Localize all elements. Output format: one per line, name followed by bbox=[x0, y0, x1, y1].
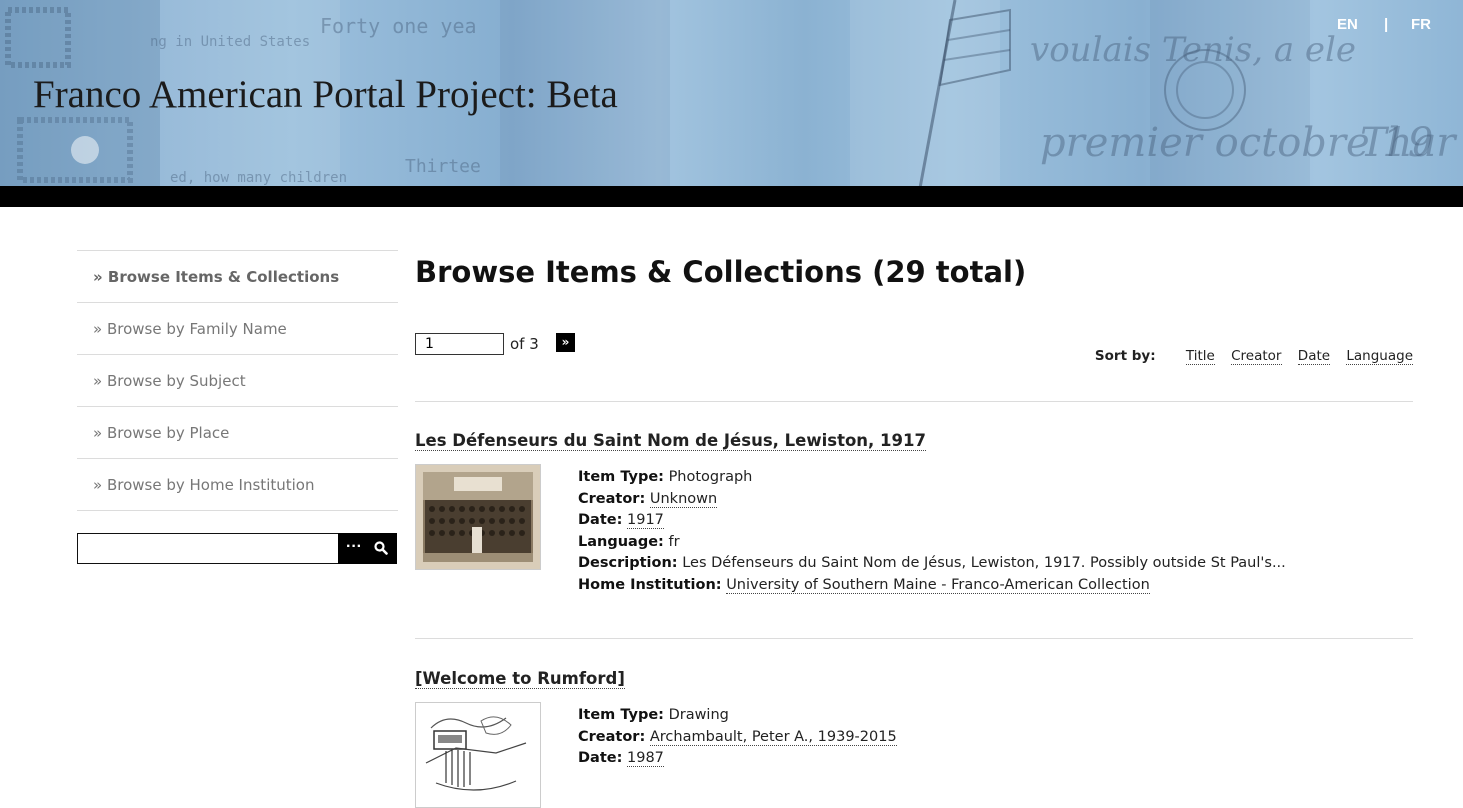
sidebar-nav: » Browse Items & Collections » Browse by… bbox=[77, 250, 398, 511]
language-row: Language: fr bbox=[578, 532, 1286, 554]
banner-background-text: Thar bbox=[1360, 120, 1456, 166]
field-label: Creator: bbox=[578, 490, 646, 507]
sort-by-creator-link[interactable]: Creator bbox=[1231, 348, 1282, 365]
language-separator: | bbox=[1384, 16, 1389, 33]
creator-link[interactable]: Unknown bbox=[649, 490, 718, 508]
field-label: Home Institution: bbox=[578, 576, 722, 593]
item-thumbnail[interactable] bbox=[415, 702, 541, 808]
item-metadata: Item Type: Photograph Creator: Unknown D… bbox=[578, 467, 1286, 596]
search-icon[interactable] bbox=[374, 541, 388, 555]
site-title: Franco American Portal Project: Beta bbox=[33, 73, 618, 116]
item-metadata: Item Type: Drawing Creator: Archambault,… bbox=[578, 705, 897, 770]
field-value: Drawing bbox=[668, 707, 729, 723]
banner-flag-graphic bbox=[918, 0, 1011, 188]
field-label: Description: bbox=[578, 555, 678, 571]
language-en-link[interactable]: EN bbox=[1337, 16, 1358, 33]
item-title-link[interactable]: [Welcome to Rumford] bbox=[415, 669, 625, 689]
field-value: Les Défenseurs du Saint Nom de Jésus, Le… bbox=[682, 555, 1286, 571]
field-label: Language: bbox=[578, 533, 664, 550]
description-row: Description: Les Défenseurs du Saint Nom… bbox=[578, 553, 1286, 575]
creator-row: Creator: Archambault, Peter A., 1939-201… bbox=[578, 727, 897, 749]
sidebar-item-browse-place[interactable]: » Browse by Place bbox=[77, 406, 398, 458]
page-number-input[interactable] bbox=[415, 333, 504, 355]
photo-thumbnail-image bbox=[416, 465, 540, 569]
header-banner: ng in United States Forty one yea Thirte… bbox=[0, 0, 1463, 188]
field-label: Creator: bbox=[578, 728, 646, 745]
field-label: Item Type: bbox=[578, 707, 664, 723]
banner-background-text: ng in United States bbox=[150, 34, 311, 50]
sidebar-item-browse-subject[interactable]: » Browse by Subject bbox=[77, 354, 398, 406]
field-label: Item Type: bbox=[578, 469, 664, 485]
field-value: Photograph bbox=[668, 469, 753, 485]
field-label: Date: bbox=[578, 512, 623, 528]
date-link[interactable]: 1987 bbox=[627, 750, 664, 767]
next-page-button[interactable]: » bbox=[556, 333, 575, 352]
sort-label: Sort by: bbox=[1094, 348, 1156, 364]
page-count-text: of 3 bbox=[510, 335, 539, 353]
field-value: fr bbox=[668, 533, 680, 550]
sort-by-language-link[interactable]: Language bbox=[1346, 348, 1413, 365]
item-title-link[interactable]: Les Défenseurs du Saint Nom de Jésus, Le… bbox=[415, 431, 926, 451]
search-input[interactable] bbox=[77, 533, 342, 564]
item-thumbnail[interactable] bbox=[415, 464, 541, 570]
item-type-row: Item Type: Drawing bbox=[578, 705, 897, 727]
header-divider-bar bbox=[0, 186, 1463, 207]
banner-background-text: voulais Tenis, a ele bbox=[1030, 30, 1357, 70]
search-form: ··· bbox=[77, 533, 397, 564]
home-institution-row: Home Institution: University of Southern… bbox=[578, 575, 1286, 597]
item-type-row: Item Type: Photograph bbox=[578, 467, 1286, 489]
banner-background-text: ed, how many children bbox=[170, 170, 348, 186]
sidebar-item-browse-home-institution[interactable]: » Browse by Home Institution bbox=[77, 458, 398, 510]
divider bbox=[415, 401, 1413, 402]
sidebar-item-browse-items-collections[interactable]: » Browse Items & Collections bbox=[77, 250, 398, 302]
banner-background-text: Forty one yea bbox=[320, 14, 477, 38]
banner-background-text: Thirtee bbox=[405, 156, 481, 177]
search-button[interactable]: ··· bbox=[338, 533, 397, 564]
language-fr-link[interactable]: FR bbox=[1411, 16, 1431, 33]
creator-link[interactable]: Archambault, Peter A., 1939-2015 bbox=[649, 728, 897, 746]
page-title: Browse Items & Collections (29 total) bbox=[415, 255, 1027, 289]
sort-by-title-link[interactable]: Title bbox=[1185, 348, 1215, 365]
sort-by-date-link[interactable]: Date bbox=[1297, 348, 1331, 365]
ellipsis-icon[interactable]: ··· bbox=[346, 539, 362, 555]
date-row: Date: 1987 bbox=[578, 748, 897, 770]
date-link[interactable]: 1917 bbox=[627, 512, 664, 529]
date-row: Date: 1917 bbox=[578, 510, 1286, 532]
sidebar-item-browse-family-name[interactable]: » Browse by Family Name bbox=[77, 302, 398, 354]
divider bbox=[415, 638, 1413, 639]
sort-bar: Sort by: Title Creator Date Language bbox=[1094, 348, 1413, 365]
drawing-thumbnail-image bbox=[416, 703, 540, 807]
home-institution-link[interactable]: University of Southern Maine - Franco-Am… bbox=[726, 576, 1150, 594]
field-label: Date: bbox=[578, 750, 623, 766]
creator-row: Creator: Unknown bbox=[578, 489, 1286, 511]
